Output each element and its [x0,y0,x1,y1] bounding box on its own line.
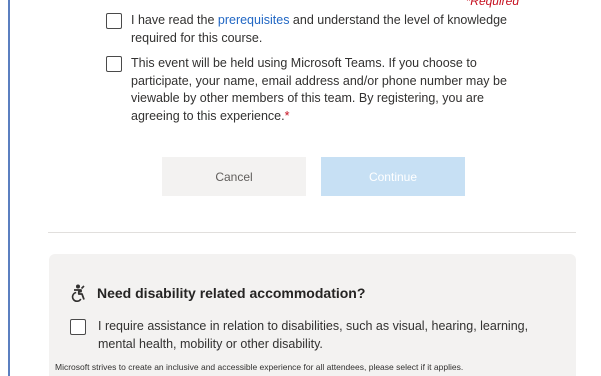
continue-button[interactable]: Continue [321,157,465,196]
accommodation-checkbox[interactable] [70,319,86,335]
left-border [8,0,10,376]
teams-consent-label: This event will be held using Microsoft … [131,55,507,125]
accommodation-heading: Need disability related accommodation? [69,284,366,303]
prerequisites-checkbox[interactable] [106,13,122,29]
teams-consent-row: This event will be held using Microsoft … [106,55,507,125]
teams-line-3: viewable by other members of this team. … [131,91,484,105]
prereq-text-after: and understand the level of knowledge [289,13,507,27]
accommodation-line-2: mental health, mobility or other disabil… [98,336,323,351]
accessibility-icon [69,284,89,303]
accommodation-line-1: I require assistance in relation to disa… [98,319,529,333]
required-note: *Required [465,0,519,8]
registration-form: *Required I have read the prerequisites … [0,0,601,376]
prereq-text-line2: required for this course. [131,30,263,45]
teams-consent-checkbox[interactable] [106,56,122,72]
prereq-text-before: I have read the [131,13,218,27]
accommodation-row: I require assistance in relation to disa… [70,318,528,353]
teams-line-4: agreeing to this experience. [131,108,285,123]
prerequisites-link[interactable]: prerequisites [218,13,290,27]
prerequisites-label: I have read the prerequisites and unders… [131,12,507,47]
required-asterisk: * [284,108,290,123]
section-divider [48,232,576,233]
prerequisites-row: I have read the prerequisites and unders… [106,12,507,47]
accommodation-panel: Need disability related accommodation? I… [49,254,576,376]
teams-line-1: This event will be held using Microsoft … [131,56,477,70]
cancel-button[interactable]: Cancel [162,157,306,196]
teams-line-2: participate, your name, email address an… [131,73,507,88]
accommodation-title: Need disability related accommodation? [97,285,366,301]
accommodation-label: I require assistance in relation to disa… [98,318,528,353]
accommodation-note: Microsoft strives to create an inclusive… [55,362,464,372]
